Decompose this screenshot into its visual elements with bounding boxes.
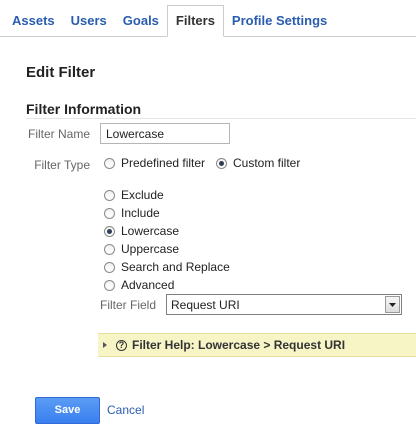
radio-advanced[interactable] bbox=[104, 279, 115, 291]
cancel-link[interactable]: Cancel bbox=[107, 403, 144, 417]
custom-option-exclude[interactable]: Exclude bbox=[104, 188, 164, 202]
exclude-label: Exclude bbox=[121, 188, 164, 202]
radio-predefined-filter[interactable] bbox=[104, 157, 115, 169]
filter-type-predefined-option[interactable]: Predefined filter bbox=[104, 156, 205, 170]
custom-option-advanced[interactable]: Advanced bbox=[104, 278, 174, 292]
dropdown-arrow-icon[interactable] bbox=[385, 296, 400, 313]
filter-name-input[interactable] bbox=[100, 123, 230, 144]
radio-custom-filter[interactable] bbox=[216, 157, 227, 169]
tab-profile-settings[interactable]: Profile Settings bbox=[224, 5, 335, 36]
search-and-replace-label: Search and Replace bbox=[121, 260, 230, 274]
radio-uppercase[interactable] bbox=[104, 243, 115, 255]
filter-field-select[interactable]: Request URI bbox=[166, 294, 402, 315]
filter-help-text: Filter Help: Lowercase > Request URI bbox=[132, 338, 346, 352]
filter-help-bar[interactable]: ? Filter Help: Lowercase > Request URI bbox=[98, 333, 416, 357]
tab-goals[interactable]: Goals bbox=[115, 5, 167, 36]
radio-exclude[interactable] bbox=[104, 189, 115, 201]
tab-users[interactable]: Users bbox=[63, 5, 115, 36]
expand-arrow-icon[interactable] bbox=[103, 342, 107, 348]
custom-option-lowercase[interactable]: Lowercase bbox=[104, 224, 179, 238]
custom-filter-label: Custom filter bbox=[233, 156, 301, 170]
radio-search-and-replace[interactable] bbox=[104, 261, 115, 273]
page-title: Edit Filter bbox=[26, 64, 96, 81]
filter-field-label: Filter Field bbox=[99, 298, 156, 312]
section-divider bbox=[26, 118, 416, 119]
predefined-filter-label: Predefined filter bbox=[121, 156, 206, 170]
filter-field-selected-value: Request URI bbox=[171, 297, 240, 312]
tab-bar: Assets Users Goals Filters Profile Setti… bbox=[0, 0, 416, 37]
section-title: Filter Information bbox=[26, 101, 142, 117]
radio-lowercase[interactable] bbox=[104, 225, 115, 237]
tab-assets[interactable]: Assets bbox=[4, 5, 63, 36]
radio-include[interactable] bbox=[104, 207, 115, 219]
tab-filters[interactable]: Filters bbox=[166, 5, 224, 37]
uppercase-label: Uppercase bbox=[121, 242, 180, 256]
custom-option-uppercase[interactable]: Uppercase bbox=[104, 242, 179, 256]
advanced-label: Advanced bbox=[121, 278, 175, 292]
include-label: Include bbox=[121, 206, 160, 220]
question-circle-icon: ? bbox=[116, 339, 127, 351]
filter-type-custom-option[interactable]: Custom filter bbox=[216, 156, 300, 170]
filter-type-label: Filter Type bbox=[34, 158, 90, 172]
edit-filter-page: Assets Users Goals Filters Profile Setti… bbox=[0, 0, 416, 447]
lowercase-label: Lowercase bbox=[121, 224, 180, 238]
filter-name-label: Filter Name bbox=[27, 127, 90, 141]
custom-option-search-and-replace[interactable]: Search and Replace bbox=[104, 260, 230, 274]
custom-option-include[interactable]: Include bbox=[104, 206, 160, 220]
save-button[interactable]: Save bbox=[35, 397, 100, 424]
